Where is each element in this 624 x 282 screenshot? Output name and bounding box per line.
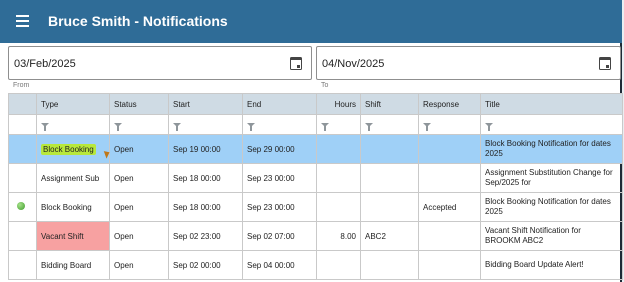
filter-icon[interactable] <box>423 122 431 131</box>
status-cell: Open <box>109 163 169 193</box>
shift-cell <box>360 250 419 280</box>
title-cell: Block Booking Notification for dates 202… <box>480 134 623 164</box>
filter-cell[interactable] <box>168 114 243 135</box>
filter-icon[interactable] <box>485 122 493 131</box>
response-cell <box>418 250 481 280</box>
hamburger-menu-icon[interactable] <box>16 15 29 27</box>
notifications-grid: Type Status Start End Hours Shift Respon… <box>8 93 623 280</box>
filter-cell[interactable] <box>418 114 481 135</box>
start-cell: Sep 19 00:00 <box>168 134 243 164</box>
type-cell: Bidding Board <box>36 250 110 280</box>
row-indicator-cell <box>8 192 37 222</box>
calendar-icon[interactable] <box>599 57 611 70</box>
title-cell: Bidding Board Update Alert! <box>480 250 623 280</box>
response-cell: Accepted <box>418 192 481 222</box>
column-header-row: Type Status Start End Hours Shift Respon… <box>8 93 623 115</box>
end-cell: Sep 02 07:00 <box>242 221 317 251</box>
filter-cell[interactable] <box>480 114 623 135</box>
shift-cell <box>360 163 419 193</box>
title-cell: Assignment Substitution Change for Sep/2… <box>480 163 623 193</box>
hours-cell <box>316 250 361 280</box>
column-header-indicator <box>8 93 37 115</box>
filter-cell <box>8 114 37 135</box>
filter-cell[interactable] <box>316 114 361 135</box>
status-cell: Open <box>109 250 169 280</box>
column-header-title[interactable]: Title <box>480 93 623 115</box>
shift-cell <box>360 192 419 222</box>
calendar-icon[interactable] <box>290 57 302 70</box>
response-cell <box>418 221 481 251</box>
column-header-end[interactable]: End <box>242 93 317 115</box>
filter-row <box>8 114 623 135</box>
status-cell: Open <box>109 192 169 222</box>
hours-cell <box>316 192 361 222</box>
filter-icon[interactable] <box>321 122 329 131</box>
highlighted-type: Block Booking <box>41 143 96 155</box>
end-cell: Sep 29 00:00 <box>242 134 317 164</box>
filter-cell[interactable] <box>360 114 419 135</box>
start-cell: Sep 02 00:00 <box>168 250 243 280</box>
start-cell: Sep 02 23:00 <box>168 221 243 251</box>
end-cell: Sep 04 00:00 <box>242 250 317 280</box>
column-header-type[interactable]: Type <box>36 93 110 115</box>
row-indicator-cell <box>8 221 37 251</box>
filter-icon[interactable] <box>114 122 122 131</box>
start-cell: Sep 18 00:00 <box>168 163 243 193</box>
to-date-field[interactable]: 04/Nov/2025 <box>316 46 621 80</box>
end-cell: Sep 23 00:00 <box>242 163 317 193</box>
status-cell: Open <box>109 134 169 164</box>
table-row[interactable]: Block Booking Open Sep 19 00:00 Sep 29 0… <box>8 134 623 164</box>
table-row[interactable]: Block Booking Open Sep 18 00:00 Sep 23 0… <box>8 192 623 222</box>
from-date-field[interactable]: 03/Feb/2025 <box>8 46 312 80</box>
type-cell: Block Booking <box>36 134 110 164</box>
shift-cell: ABC2 <box>360 221 419 251</box>
row-indicator-cell <box>8 163 37 193</box>
hours-cell <box>316 134 361 164</box>
type-cell: Vacant Shift <box>36 221 110 251</box>
column-header-shift[interactable]: Shift <box>360 93 419 115</box>
table-row[interactable]: Vacant Shift Open Sep 02 23:00 Sep 02 07… <box>8 221 623 251</box>
from-date-value: 03/Feb/2025 <box>14 58 76 70</box>
start-cell: Sep 18 00:00 <box>168 192 243 222</box>
app-bar: Bruce Smith - Notifications <box>0 0 622 43</box>
shift-cell <box>360 134 419 164</box>
type-cell: Block Booking <box>36 192 110 222</box>
status-cell: Open <box>109 221 169 251</box>
to-date-value: 04/Nov/2025 <box>322 58 385 70</box>
row-indicator-cell <box>8 250 37 280</box>
row-indicator-cell <box>8 134 37 164</box>
title-cell: Block Booking Notification for dates 202… <box>480 192 623 222</box>
column-header-hours[interactable]: Hours <box>316 93 361 115</box>
hours-cell: 8.00 <box>316 221 361 251</box>
title-cell: Vacant Shift Notification for BROOKM ABC… <box>480 221 623 251</box>
filter-icon[interactable] <box>41 122 49 131</box>
table-row[interactable]: Bidding Board Open Sep 02 00:00 Sep 04 0… <box>8 250 623 280</box>
filter-icon[interactable] <box>247 122 255 131</box>
filter-cell[interactable] <box>242 114 317 135</box>
filter-cell[interactable] <box>109 114 169 135</box>
hours-cell <box>316 163 361 193</box>
filter-cell[interactable] <box>36 114 110 135</box>
column-header-start[interactable]: Start <box>168 93 243 115</box>
type-cell: Assignment Sub <box>36 163 110 193</box>
filter-icon[interactable] <box>365 122 373 131</box>
column-header-response[interactable]: Response <box>418 93 481 115</box>
green-status-dot-icon <box>17 202 25 210</box>
response-cell <box>418 163 481 193</box>
end-cell: Sep 23 00:00 <box>242 192 317 222</box>
to-date-label: To <box>321 82 329 89</box>
filter-icon[interactable] <box>173 122 181 131</box>
page-title: Bruce Smith - Notifications <box>48 13 228 29</box>
table-row[interactable]: Assignment Sub Open Sep 18 00:00 Sep 23 … <box>8 163 623 193</box>
app-window: Bruce Smith - Notifications 03/Feb/2025 … <box>0 0 623 282</box>
response-cell <box>418 134 481 164</box>
column-header-status[interactable]: Status <box>109 93 169 115</box>
from-date-label: From <box>13 82 30 89</box>
